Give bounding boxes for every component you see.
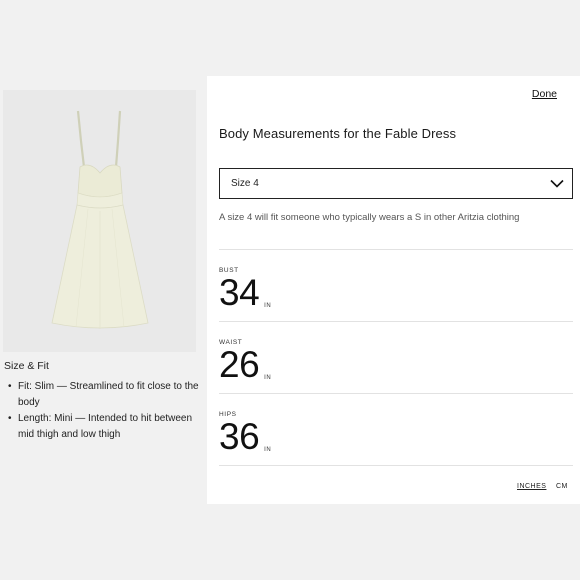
waist-value: 26 [219, 344, 260, 385]
divider [219, 321, 573, 322]
fit-item: Fit: Slim — Streamlined to fit close to … [8, 379, 200, 411]
modal-title: Body Measurements for the Fable Dress [219, 126, 457, 141]
size-select[interactable]: Size 4 [219, 168, 573, 199]
size-select-value: Size 4 [231, 178, 259, 189]
measurements-modal: Done Body Measurements for the Fable Dre… [207, 76, 580, 504]
done-button[interactable]: Done [532, 88, 557, 100]
hips-label: HIPS [219, 411, 237, 418]
bust-unit: IN [264, 303, 272, 309]
hips-measurement: HIPS 36 IN [219, 411, 573, 455]
dress-photo [51, 110, 148, 329]
divider [219, 249, 573, 250]
chevron-down-icon [550, 179, 564, 188]
waist-unit: IN [264, 375, 272, 381]
hips-unit: IN [264, 447, 272, 453]
dress-image [3, 90, 196, 352]
bust-measurement: BUST 34 IN [219, 267, 573, 311]
cm-toggle[interactable]: CM [556, 483, 568, 490]
waist-measurement: WAIST 26 IN [219, 339, 573, 383]
fit-list: Fit: Slim — Streamlined to fit close to … [8, 379, 200, 443]
divider [219, 465, 573, 466]
bust-label: BUST [219, 267, 239, 274]
waist-label: WAIST [219, 339, 243, 346]
size-note: A size 4 will fit someone who typically … [219, 212, 520, 223]
bust-value: 34 [219, 272, 260, 313]
product-panel: Size & Fit Fit: Slim — Streamlined to fi… [0, 76, 207, 504]
size-fit-heading: Size & Fit [4, 360, 49, 372]
divider [219, 393, 573, 394]
inches-toggle[interactable]: INCHES [517, 483, 546, 490]
length-item: Length: Mini — Intended to hit between m… [8, 411, 200, 443]
hips-value: 36 [219, 416, 260, 457]
